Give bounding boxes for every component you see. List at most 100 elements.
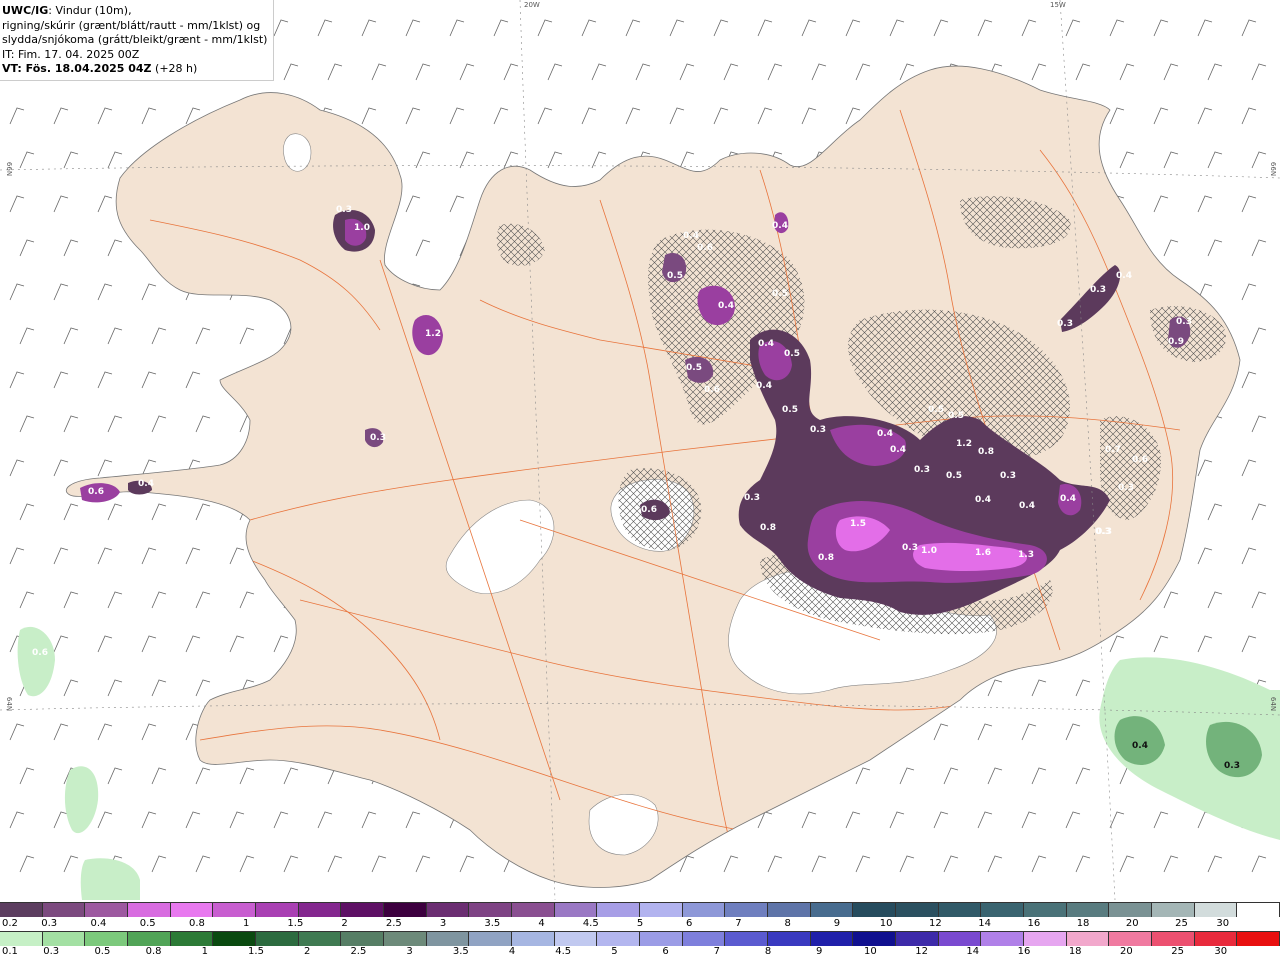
legend-color-cell	[1109, 932, 1153, 946]
legend-tick-label: 1.5	[248, 946, 264, 957]
precip-value-label: 0.3	[810, 425, 826, 435]
legend-color-cell	[682, 932, 726, 946]
precip-value-label: 0.8	[818, 553, 834, 563]
precip-value-label: 0.4	[890, 445, 906, 455]
legend-color-cell	[554, 903, 598, 917]
legend-color-cell	[725, 932, 769, 946]
legend-color-cell	[597, 932, 641, 946]
legend-tick-label: 30	[1216, 918, 1230, 929]
precip-value-label: 0.4	[1116, 271, 1132, 281]
legend-tick-label: 7	[713, 946, 720, 957]
precip-value-label: 0.3	[902, 543, 918, 553]
legend-tick-label: 6	[662, 946, 669, 957]
coord-20w: 20W	[524, 1, 540, 9]
precip-value-label: 0.3	[1000, 471, 1016, 481]
legend-tick-label: 5	[611, 946, 618, 957]
precip-value-label: 0.3	[336, 205, 352, 215]
legend-color-cell	[768, 903, 811, 917]
legend-tick-label: 0.8	[188, 918, 205, 929]
legend-color-cell	[1152, 932, 1195, 946]
precip-value-label: 0.8	[760, 523, 776, 533]
legend-tick-label: 2.5	[350, 946, 367, 957]
legend-tick-label: 3.5	[484, 918, 501, 929]
legend-color-cell	[85, 903, 129, 917]
legend-color-cell	[1194, 903, 1238, 917]
legend-tick-label: 0.3	[41, 918, 58, 929]
precip-value-label: 1.0	[921, 546, 937, 556]
legend-tick-label: 20	[1120, 946, 1133, 957]
legend-tick-label: 3.5	[452, 946, 469, 957]
header-line-2: rigning/skúrir (grænt/blátt/rautt - mm/1…	[2, 18, 261, 32]
precip-value-label: 0.3	[1118, 483, 1134, 493]
header-line-4: IT: Fim. 17. 04. 2025 00Z	[2, 47, 140, 61]
legend-tick-label: 0.2	[2, 918, 18, 929]
header-line-5: VT: Fös. 18.04.2025 04Z (+28 h)	[2, 62, 198, 75]
precip-value-label: 0.4	[758, 339, 774, 349]
legend-color-cell	[0, 932, 43, 946]
legend-color-cell	[298, 903, 342, 917]
precip-value-label: 0.8	[978, 447, 994, 457]
legend-color-cell	[1237, 903, 1280, 917]
legend-color-cell	[1109, 903, 1153, 917]
legend-color-cell	[256, 932, 299, 946]
precip-value-label: 0.5	[667, 271, 683, 281]
legend-color-cell	[640, 903, 683, 917]
legend-color-cell	[426, 932, 470, 946]
precip-value-label: 0.5	[946, 471, 962, 481]
legend-color-cell	[853, 903, 897, 917]
legend-tick-label: 10	[879, 918, 893, 929]
precip-value-label: 0.3	[370, 433, 386, 443]
coord-15w: 15W	[1050, 1, 1066, 9]
precip-value-label: 1.6	[975, 548, 991, 558]
precip-value-label: 0.3	[1057, 319, 1073, 329]
legend-tick-label: 14	[966, 946, 980, 957]
legend-color-cell	[938, 932, 982, 946]
rain-legend-bar	[0, 931, 1280, 946]
legend-color-cell	[640, 932, 683, 946]
legend-tick-label: 7	[735, 918, 742, 929]
legend-color-cell	[1066, 903, 1110, 917]
legend-tick-label: 1	[201, 946, 208, 957]
legend-tick-label: 18	[1068, 946, 1082, 957]
precip-value-label: 1.0	[354, 223, 370, 233]
legend-tick-label: 4	[508, 946, 516, 957]
legend-color-cell	[1024, 903, 1067, 917]
precip-value-label: 0.5	[686, 363, 702, 373]
precip-value-label: 0.5	[772, 289, 788, 299]
legend-color-cell	[469, 932, 513, 946]
precip-value-label: 0.6	[88, 487, 104, 497]
legend-tick-label: 25	[1171, 946, 1184, 957]
legend-tick-label: 8	[784, 918, 791, 929]
legend-tick-label: 12	[929, 918, 942, 929]
precip-value-label: 0.4	[683, 231, 699, 241]
legend-tick-label: 16	[1017, 946, 1031, 957]
legend-tick-label: 2.5	[385, 918, 402, 929]
precip-value-label: 0.4	[756, 381, 772, 391]
legend-color-cell	[213, 932, 257, 946]
legend-tick-label: 10	[864, 946, 877, 957]
precip-value-label: 0.5	[784, 349, 800, 359]
legend-color-cell	[170, 903, 214, 917]
precip-value-label: 0.7	[1105, 445, 1121, 455]
legend-color-cell	[384, 903, 427, 917]
legend-tick-label: 9	[816, 946, 823, 957]
precip-value-label: 0.6	[641, 505, 657, 515]
legend-tick-label: 4	[538, 918, 545, 929]
snow-legend-bar	[0, 902, 1280, 917]
header-line-1: UWC/IG: Vindur (10m),	[2, 4, 132, 17]
legend-color-cell	[768, 932, 811, 946]
legend-color-cell	[1237, 932, 1280, 946]
legend-color-cell	[128, 903, 171, 917]
legend-color-cell	[384, 932, 427, 946]
legend-color-cell	[341, 903, 385, 917]
legend-tick-label: 14	[978, 918, 991, 929]
legend-color-cell	[298, 932, 342, 946]
precip-value-label: 0.4	[718, 301, 734, 311]
coord-64n-left: 64N	[5, 696, 14, 712]
legend-color-cell	[256, 903, 299, 917]
snow-legend-labels: 0.2 0.3 0.4 0.5 0.8 1 1.5 2 2.5 3 3.5 4 4.5 5 6 7 8 9 10 12…	[0, 917, 1280, 931]
legend-color-cell	[170, 932, 214, 946]
legend-color-cell	[725, 903, 769, 917]
precip-value-label: 0.4	[877, 429, 893, 439]
legend-color-cell	[981, 903, 1025, 917]
